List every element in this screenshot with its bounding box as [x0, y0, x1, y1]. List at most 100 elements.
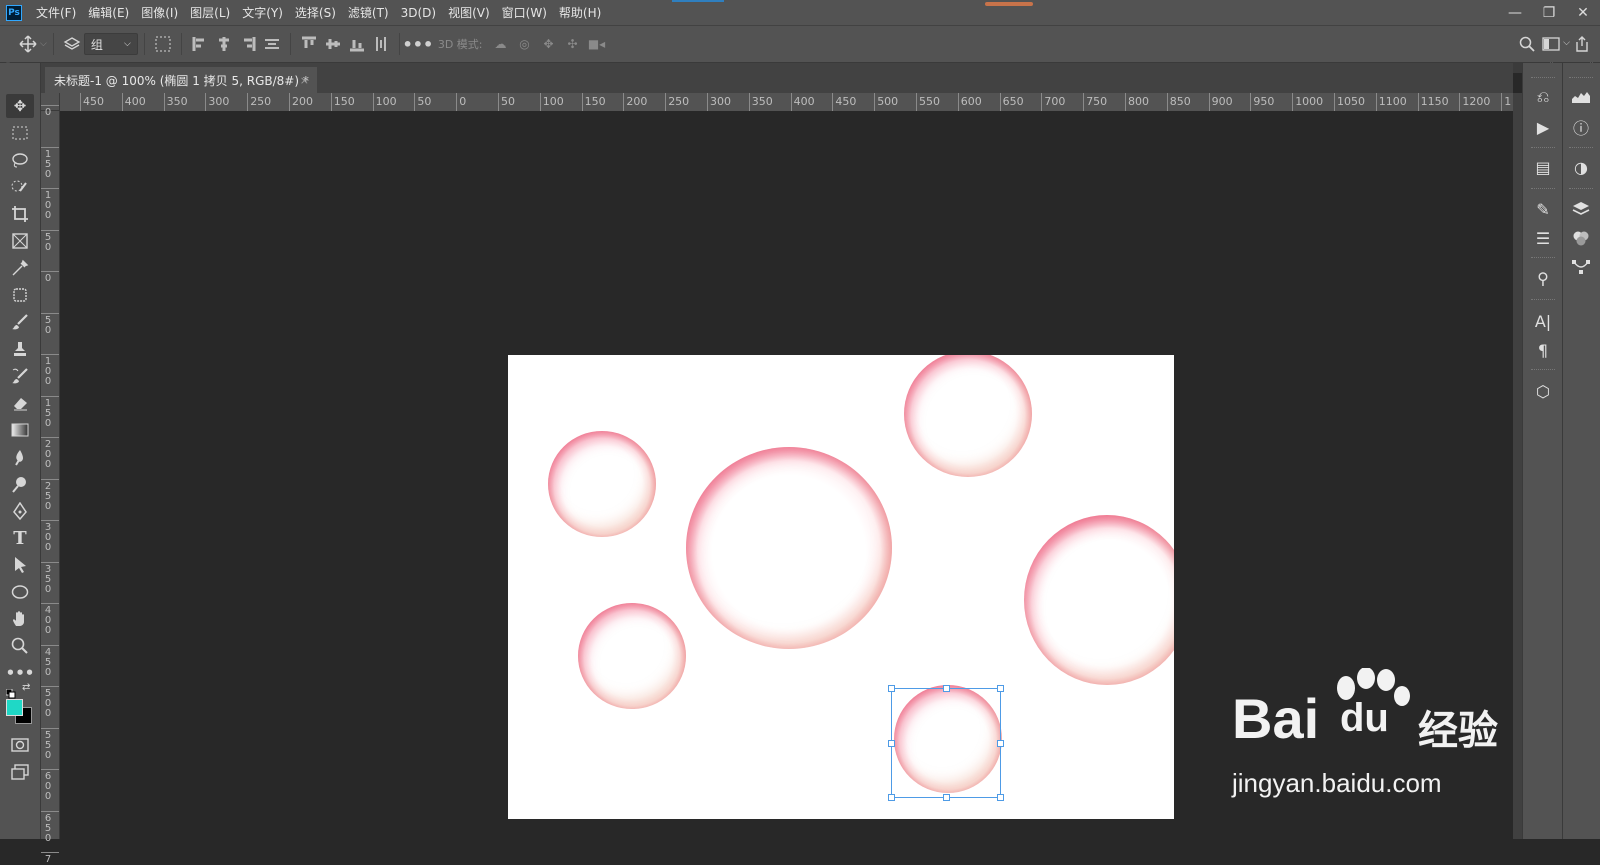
document-tab[interactable]: 未标题-1 @ 100% (椭圆 1 拷贝 5, RGB/8#) * × [45, 67, 317, 93]
close-tab-icon[interactable]: × [300, 74, 309, 87]
frame-tool-icon[interactable] [6, 229, 34, 253]
paragraph-panel-icon[interactable]: ¶ [1529, 338, 1557, 362]
align-right-icon[interactable] [236, 32, 260, 56]
3d-panel-icon[interactable]: ⬡ [1529, 379, 1557, 403]
ruler-tick [539, 93, 541, 111]
slide-3d-icon[interactable]: ✣ [561, 32, 585, 56]
histogram-icon[interactable] [1567, 85, 1595, 109]
transform-handle[interactable] [997, 740, 1004, 747]
gradient-tool-icon[interactable] [6, 418, 34, 442]
actions-panel-icon[interactable]: ▶ [1529, 115, 1557, 139]
eyedropper-tool-icon[interactable] [6, 256, 34, 280]
blur-tool-icon[interactable] [6, 445, 34, 469]
clone-stamp-tool-icon[interactable] [6, 337, 34, 361]
adjustments-icon[interactable]: ◑ [1567, 155, 1595, 179]
layers-icon[interactable] [1567, 197, 1595, 221]
transform-handle[interactable] [997, 685, 1004, 692]
menu-select[interactable]: 选择(S) [289, 4, 342, 21]
orbit-3d-icon[interactable]: ☁ [489, 32, 513, 56]
history-panel-icon[interactable]: ⎌ [1529, 85, 1557, 109]
align-center-icon[interactable] [212, 32, 236, 56]
menu-3d[interactable]: 3D(D) [395, 6, 442, 20]
quick-selection-tool-icon[interactable] [6, 175, 34, 199]
clone-source-icon[interactable]: ⚲ [1529, 266, 1557, 290]
bubble-ellipse[interactable] [904, 355, 1032, 477]
screen-mode-icon[interactable] [6, 760, 34, 784]
align-bottom-icon[interactable] [345, 32, 369, 56]
pen-tool-icon[interactable] [6, 499, 34, 523]
menu-window[interactable]: 窗口(W) [496, 4, 553, 21]
distribute-horizontal-icon[interactable] [260, 32, 284, 56]
chevron-down-icon[interactable]: ⌵ [40, 39, 47, 49]
path-selection-tool-icon[interactable] [6, 553, 34, 577]
bubble-ellipse[interactable] [578, 603, 686, 709]
default-colors-icon[interactable] [5, 684, 16, 699]
adjustments-sliders-icon[interactable]: ☰ [1529, 226, 1557, 250]
more-options-icon[interactable]: ••• [402, 32, 433, 56]
minimize-button[interactable]: — [1498, 0, 1532, 25]
ruler-label: 250 [250, 95, 272, 108]
align-left-icon[interactable] [188, 32, 212, 56]
transform-handle[interactable] [888, 794, 895, 801]
move-tool-icon[interactable] [16, 32, 40, 56]
history-brush-tool-icon[interactable] [6, 364, 34, 388]
brush-settings-icon[interactable]: ✎ [1529, 197, 1557, 221]
pan-3d-icon[interactable]: ✥ [537, 32, 561, 56]
transform-handle[interactable] [888, 740, 895, 747]
distribute-vertical-icon[interactable] [369, 32, 393, 56]
ruler-tick [665, 93, 667, 111]
bubble-ellipse[interactable] [548, 431, 656, 537]
menu-layer[interactable]: 图层(L) [184, 4, 236, 21]
horizontal-ruler[interactable]: 450 400 350 300 250 200 150 100 50 0 50 100 150 200 25… [60, 93, 1513, 112]
info-icon[interactable]: ⓘ [1567, 115, 1595, 139]
swap-colors-icon[interactable]: ⇄ [22, 682, 30, 693]
hand-tool-icon[interactable] [6, 607, 34, 631]
brush-tool-icon[interactable] [6, 310, 34, 334]
auto-select-layers-icon[interactable] [60, 32, 84, 56]
eraser-tool-icon[interactable] [6, 391, 34, 415]
type-tool-icon[interactable]: T [6, 526, 34, 550]
menu-filter[interactable]: 滤镜(T) [342, 4, 395, 21]
foreground-color-swatch[interactable] [6, 699, 23, 716]
share-icon[interactable] [1570, 32, 1594, 56]
healing-brush-tool-icon[interactable] [6, 283, 34, 307]
document-canvas[interactable] [508, 355, 1174, 819]
dodge-tool-icon[interactable] [6, 472, 34, 496]
group-select[interactable]: 组 ⌵ [83, 33, 138, 55]
bubble-ellipse[interactable] [686, 447, 892, 649]
lasso-tool-icon[interactable] [6, 148, 34, 172]
menu-help[interactable]: 帮助(H) [553, 4, 607, 21]
transform-handle[interactable] [997, 794, 1004, 801]
menu-view[interactable]: 视图(V) [442, 4, 496, 21]
roll-3d-icon[interactable]: ◎ [513, 32, 537, 56]
menu-edit[interactable]: 编辑(E) [82, 4, 135, 21]
bubble-ellipse[interactable] [1024, 515, 1174, 685]
paths-icon[interactable] [1567, 255, 1595, 279]
transform-controls-icon[interactable] [151, 32, 175, 56]
chevron-down-icon[interactable]: ⌵ [1563, 38, 1570, 56]
zoom-tool-icon[interactable] [6, 634, 34, 658]
transform-handle[interactable] [888, 685, 895, 692]
quick-mask-icon[interactable] [6, 733, 34, 757]
character-panel-icon[interactable]: A| [1529, 309, 1557, 333]
scale-3d-icon[interactable]: ■◂ [585, 32, 609, 56]
align-top-icon[interactable] [297, 32, 321, 56]
align-middle-icon[interactable] [321, 32, 345, 56]
properties-panel-icon[interactable]: ▤ [1529, 155, 1557, 179]
transform-handle[interactable] [943, 794, 950, 801]
search-icon[interactable] [1515, 32, 1539, 56]
channels-icon[interactable] [1567, 226, 1595, 250]
menu-type[interactable]: 文字(Y) [236, 4, 289, 21]
workspace-icon[interactable] [1539, 32, 1563, 56]
vertical-ruler[interactable]: 0150100500501001502002503003504004505005… [41, 105, 60, 865]
move-tool-icon[interactable]: ✥ [6, 94, 34, 118]
ellipse-tool-icon[interactable] [6, 580, 34, 604]
close-button[interactable]: ✕ [1566, 0, 1600, 25]
menu-image[interactable]: 图像(I) [135, 4, 184, 21]
menu-file[interactable]: 文件(F) [30, 4, 82, 21]
crop-tool-icon[interactable] [6, 202, 34, 226]
marquee-tool-icon[interactable] [6, 121, 34, 145]
transform-bounding-box[interactable] [888, 685, 1004, 801]
transform-handle[interactable] [943, 685, 950, 692]
restore-button[interactable]: ❐ [1532, 0, 1566, 25]
